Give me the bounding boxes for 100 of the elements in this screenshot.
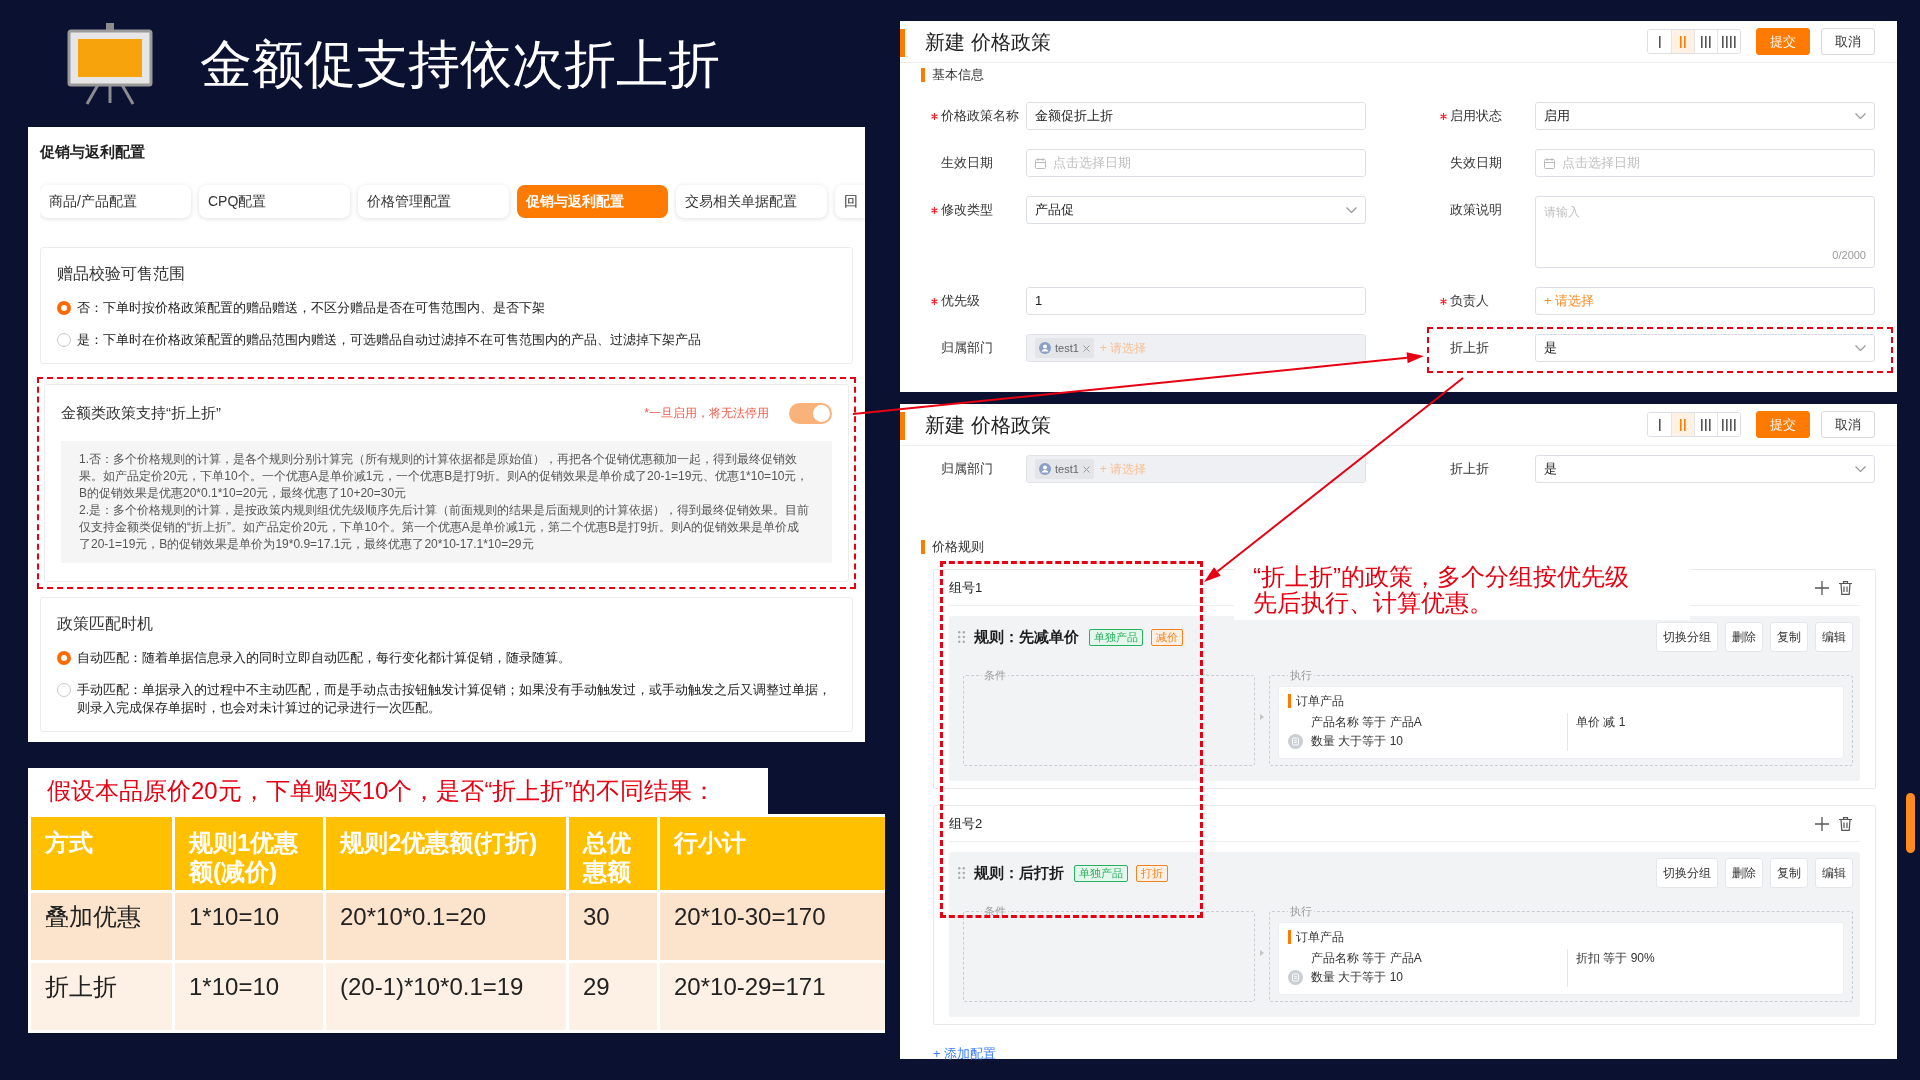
tag-chip: test1 — [1035, 459, 1094, 479]
tag: 减价 — [1151, 628, 1183, 646]
field-label: 折上折 — [1450, 460, 1489, 478]
plus-icon[interactable] — [1815, 580, 1829, 595]
section-title: 基本信息 — [932, 66, 984, 85]
text-field[interactable]: 金额促折上折 — [1026, 102, 1366, 130]
column-bars-icon — [1680, 418, 1686, 431]
layout-button[interactable] — [1717, 30, 1740, 53]
trash-icon[interactable] — [1839, 580, 1852, 595]
plus-icon[interactable] — [1815, 816, 1829, 831]
layout-button[interactable] — [1717, 413, 1740, 436]
calendar-icon — [1544, 157, 1555, 169]
field-label: 启用状态 — [1450, 107, 1502, 125]
scrollbar-thumb[interactable] — [1906, 793, 1915, 853]
action-button[interactable]: 复制 — [1770, 858, 1808, 888]
box-legend: 条件 — [982, 667, 1008, 684]
action-button[interactable]: 编辑 — [1815, 622, 1853, 652]
radio-label: 手动匹配：单据录入的过程中不主动匹配，而是手动点击按钮触发计算促销；如果没有手动触发过，或手动触发之后又调整过单据，则录入完成保存单据时，也会对未计算过的记录进行一次匹配。 — [77, 681, 832, 717]
action-button[interactable]: 复制 — [1770, 622, 1808, 652]
field-label: 归属部门 — [941, 460, 993, 478]
table-cell: 叠加优惠 — [31, 893, 172, 960]
table-cell: 29 — [569, 963, 657, 1030]
rule-title: 规则：先减单价 — [974, 626, 1079, 647]
text-field[interactable]: 1 — [1026, 287, 1366, 315]
description-text: 2.是：多个价格规则的计算，是按政策内规则组优先级顺序先后计算（前面规则的结果是后面规则的计算依据），得到最终促销效果。目前仅支持金额类促销的“折上折”。如产品定价20元，下单10个。第一个优惠A是单价减1元，第二个优惠B是打9折。则A的促销效果是单价成了20-1=19元，B的促销效果是单价为19*0.9=17.1元，最终优惠了20*10-17.1*10=29元 — [79, 502, 810, 553]
radio-button[interactable] — [57, 333, 71, 347]
field-label: 价格政策名称 — [941, 107, 1019, 125]
chevron-down-icon — [1855, 466, 1866, 472]
column-header: 规则2优惠额(打折) — [326, 817, 566, 890]
select-field[interactable]: 是 — [1535, 455, 1875, 483]
field-label: 归属部门 — [941, 339, 993, 357]
avatar-icon — [1039, 463, 1051, 475]
field-label: 生效日期 — [941, 154, 993, 172]
slide-title: 金额促支持依次折上折 — [200, 33, 720, 95]
tag-chip: test1 — [1035, 338, 1094, 358]
header-button[interactable]: 取消 — [1821, 28, 1875, 55]
radio-button[interactable] — [57, 301, 71, 315]
field-label: 优先级 — [941, 292, 980, 310]
group-title: 组号2 — [949, 814, 983, 833]
presentation-board-icon — [67, 22, 153, 105]
target-accent-bar — [1288, 929, 1291, 944]
field-label: 修改类型 — [941, 201, 993, 219]
annotation-text: “折上折”的政策，多个分组按优先级 先后执行、计算优惠。 — [1253, 564, 1630, 616]
drag-handle-icon[interactable] — [958, 631, 965, 643]
section-title: 金额类政策支持“折上折” — [61, 402, 221, 423]
tab[interactable]: 价格管理配置 — [358, 185, 509, 218]
box-legend: 执行 — [1288, 903, 1314, 920]
select-field[interactable]: 启用 — [1535, 102, 1875, 130]
section-title: 赠品校验可售范围 — [57, 264, 186, 284]
list-icon — [1288, 969, 1303, 985]
tag: 单独产品 — [1074, 864, 1128, 882]
group-title: 组号1 — [949, 578, 983, 597]
add-config-link[interactable]: + 添加配置 — [933, 1046, 997, 1061]
tab[interactable]: 商品/产品配置 — [40, 185, 191, 218]
action-button[interactable]: 编辑 — [1815, 858, 1853, 888]
panel-title: 促销与返利配置 — [40, 142, 146, 162]
column-bars-icon — [1722, 35, 1736, 48]
column-bars-icon — [1658, 418, 1661, 431]
column-header: 方式 — [31, 817, 172, 890]
condition-text: 产品名称 等于 产品A — [1311, 949, 1422, 967]
trash-icon[interactable] — [1839, 816, 1852, 831]
avatar-icon — [1039, 342, 1051, 354]
result-text: 折扣 等于 90% — [1576, 949, 1655, 967]
condition-text: 数量 大于等于 10 — [1311, 732, 1404, 750]
select-field[interactable]: 产品促 — [1026, 196, 1366, 224]
target-label: 订单产品 — [1296, 928, 1344, 946]
condition-text: 产品名称 等于 产品A — [1311, 713, 1422, 731]
table-cell: 30 — [569, 893, 657, 960]
toggle-switch[interactable] — [789, 402, 832, 424]
action-button[interactable]: 删除 — [1725, 858, 1763, 888]
drag-handle-icon[interactable] — [958, 867, 965, 879]
tab[interactable]: CPQ配置 — [199, 185, 350, 218]
tab[interactable]: 交易相关单据配置 — [676, 185, 827, 218]
table-cell: 折上折 — [31, 963, 172, 1030]
column-header: 规则1优惠额(减价) — [175, 817, 323, 890]
action-button[interactable]: 切换分组 — [1656, 858, 1718, 888]
chevron-right-icon — [1260, 713, 1264, 720]
character-count: 0/2000 — [1832, 247, 1866, 263]
tab[interactable]: 回 — [835, 185, 865, 218]
column-bars-icon — [1701, 35, 1711, 48]
table-cell: (20-1)*10*0.1=19 — [326, 963, 566, 1030]
action-button[interactable]: 切换分组 — [1656, 622, 1718, 652]
column-header: 行小计 — [660, 817, 885, 890]
warning-note: *一旦启用，将无法停用 — [644, 405, 769, 422]
list-icon — [1288, 733, 1303, 749]
header-button[interactable]: 取消 — [1821, 411, 1875, 438]
result-text: 单价 减 1 — [1576, 713, 1626, 731]
radio-label: 自动匹配：随着单据信息录入的同时立即自动匹配，每行变化都计算促销，随录随算。 — [77, 649, 571, 667]
radio-label: 否：下单时按价格政策配置的赠品赠送，不区分赠品是否在可售范围内、是否下架 — [77, 299, 545, 317]
chevron-down-icon — [1855, 113, 1866, 119]
select-field[interactable]: 是 — [1535, 334, 1875, 362]
title-accent-bar — [900, 412, 905, 440]
action-button[interactable]: 删除 — [1725, 622, 1763, 652]
radio-button[interactable] — [57, 683, 71, 697]
table-cell: 1*10=10 — [175, 893, 323, 960]
condition-text: 数量 大于等于 10 — [1311, 968, 1404, 986]
field-label: 负责人 — [1450, 292, 1489, 310]
table-caption: 假设本品原价20元，下单购买10个，是否“折上折”的不同结果： — [28, 768, 768, 814]
table-cell: 1*10=10 — [175, 963, 323, 1030]
radio-button[interactable] — [57, 651, 71, 665]
